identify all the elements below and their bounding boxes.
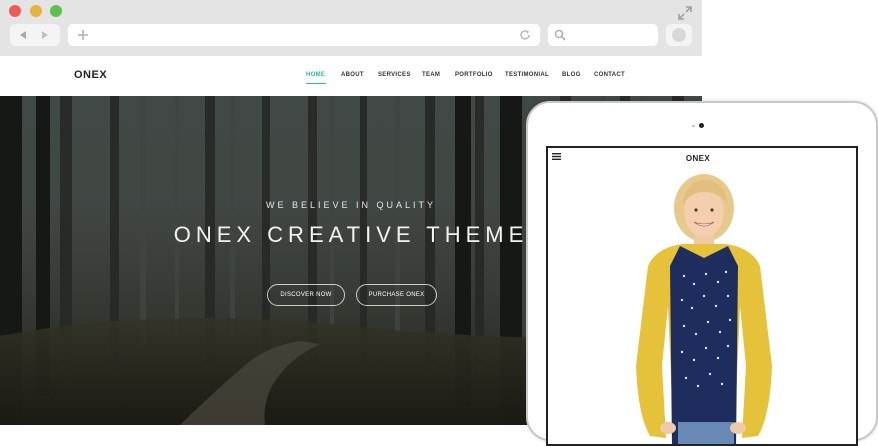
address-bar[interactable]: [68, 24, 540, 46]
minimize-window-button[interactable]: [30, 5, 42, 17]
nav-item-blog[interactable]: BLOG: [562, 72, 581, 78]
nav-item-about[interactable]: ABOUT: [341, 72, 364, 78]
tablet-device: ONEX: [526, 101, 878, 446]
tablet-sensor: [692, 125, 695, 127]
tablet-site-logo: ONEX: [685, 154, 711, 163]
history-buttons: [10, 24, 60, 46]
nav-item-home[interactable]: HOME: [306, 72, 325, 78]
purchase-onex-button[interactable]: PURCHASE ONEX: [356, 284, 437, 306]
expand-icon[interactable]: [678, 6, 692, 20]
extension-button[interactable]: [666, 24, 692, 46]
browser-toolbar: [0, 0, 702, 57]
back-arrow-icon[interactable]: [18, 30, 28, 40]
site-logo[interactable]: ONEX: [74, 69, 107, 81]
tablet-screen: ONEX: [546, 146, 858, 446]
extension-icon: [672, 28, 686, 42]
plus-icon[interactable]: [77, 29, 89, 41]
reload-icon[interactable]: [519, 29, 531, 41]
discover-now-button[interactable]: DISCOVER NOW: [267, 284, 345, 306]
active-nav-underline: [306, 83, 326, 84]
nav-item-contact[interactable]: CONTACT: [594, 72, 625, 78]
nav-item-team[interactable]: TEAM: [422, 72, 440, 78]
search-icon: [554, 29, 566, 41]
nav-item-services[interactable]: SERVICES: [378, 72, 411, 78]
tablet-camera: [699, 123, 704, 128]
woman-portrait-image: [636, 174, 772, 444]
nav-item-testimonial[interactable]: TESTIMONIAL: [505, 72, 549, 78]
forward-arrow-icon[interactable]: [40, 30, 50, 40]
close-window-button[interactable]: [9, 5, 21, 17]
search-field[interactable]: [548, 24, 658, 46]
zoom-window-button[interactable]: [50, 5, 62, 17]
site-header: ONEX HOME ABOUT SERVICES TEAM PORTFOLIO …: [0, 56, 702, 96]
nav-item-portfolio[interactable]: PORTFOLIO: [455, 72, 493, 78]
